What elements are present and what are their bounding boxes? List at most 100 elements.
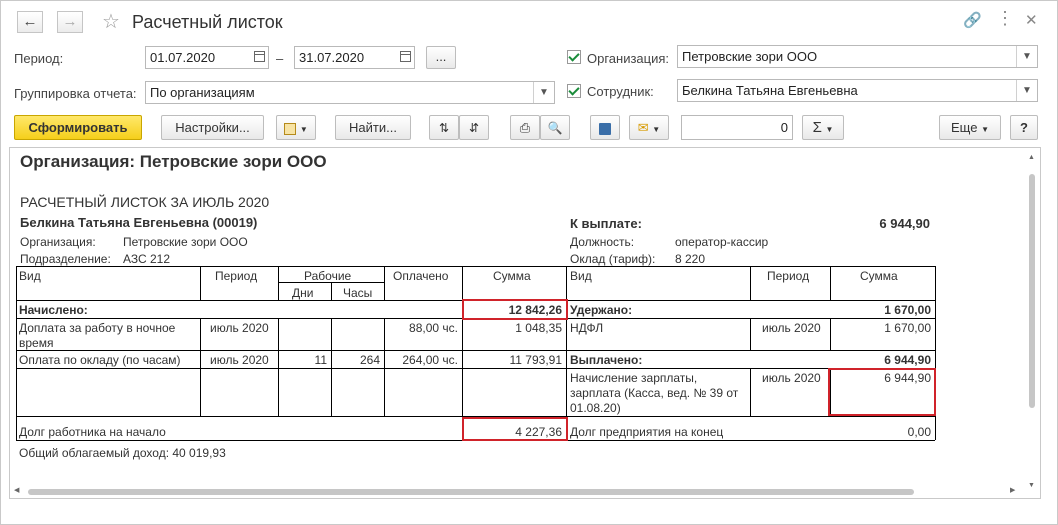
period-to-value: 31.07.2020 <box>299 50 365 65</box>
chevron-down-icon: ▼ <box>981 125 989 134</box>
col-header-period: Период <box>215 269 258 283</box>
sort-ascending-button[interactable]: ⇅ <box>429 115 459 140</box>
highlight-accrued <box>462 299 568 320</box>
arrow-left-icon: ← <box>22 13 38 30</box>
forward-button[interactable]: → <box>57 11 83 33</box>
scroll-left-icon[interactable]: ◀ <box>14 486 19 494</box>
pay-label: К выплате: <box>570 216 642 231</box>
row1-period: июль 2020 <box>210 321 269 335</box>
variants-button[interactable]: ▼ <box>276 115 316 140</box>
chevron-down-icon[interactable]: ▼ <box>533 82 554 103</box>
sort-icon: ⇅ <box>438 121 450 135</box>
more-menu-icon[interactable]: ⋮ <box>996 8 1014 29</box>
link-icon[interactable]: 🔗 <box>963 11 982 29</box>
back-button[interactable]: ← <box>17 11 43 33</box>
period-to-field[interactable]: 31.07.2020 <box>294 46 415 69</box>
row2-paid: 264,00 чс. <box>402 353 458 367</box>
chevron-down-icon[interactable]: ▼ <box>1016 80 1037 101</box>
more-button-label: Еще <box>951 120 978 135</box>
settings-button[interactable]: Настройки... <box>161 115 264 140</box>
highlight-debt-start <box>462 417 568 441</box>
org-label: Организация: <box>587 51 670 66</box>
org-field-value: Петровские зори ООО <box>123 235 248 249</box>
row3-right-period: июль 2020 <box>762 371 821 385</box>
chevron-down-icon: ▼ <box>299 125 308 134</box>
grouping-select[interactable]: По организациям ▼ <box>145 81 555 104</box>
print-preview-icon: 🔍 <box>547 121 563 135</box>
generate-button[interactable]: Сформировать <box>14 115 142 140</box>
paid-out-label: Выплачено: <box>570 353 643 367</box>
window-title: Расчетный листок <box>132 12 283 32</box>
scroll-up-icon[interactable]: ▲ <box>1028 154 1035 161</box>
org-value: Петровские зори ООО <box>682 49 818 64</box>
period-label: Период: <box>14 51 64 66</box>
col-header-vid: Вид <box>19 269 41 283</box>
sort-descending-button[interactable]: ⇵ <box>459 115 489 140</box>
col-header-paid: Оплачено <box>393 269 449 283</box>
print-button[interactable]: ⎙ <box>510 115 540 140</box>
row2-period: июль 2020 <box>210 353 269 367</box>
withheld-label: Удержано: <box>570 303 633 317</box>
debt-end-label: Долг предприятия на конец <box>570 425 724 439</box>
row1-right-sum: 1 670,00 <box>884 321 931 335</box>
paid-out-total: 6 944,90 <box>884 353 931 367</box>
period-from-value: 01.07.2020 <box>150 50 216 65</box>
favorite-star-icon[interactable]: ☆ <box>102 9 120 34</box>
row3-right-vid: Начисление зарплаты, зарплата (Касса, ве… <box>570 371 739 415</box>
row2-hours: 264 <box>359 353 380 367</box>
floppy-disk-icon <box>599 122 611 135</box>
org-checkbox[interactable] <box>567 50 581 64</box>
grouping-value: По организациям <box>150 85 255 100</box>
sum-button[interactable]: Σ ▼ <box>802 115 844 140</box>
horizontal-scrollbar[interactable]: ◀ ▶ <box>10 486 1024 498</box>
horizontal-scroll-thumb[interactable] <box>28 489 914 495</box>
salary-value: 8 220 <box>675 252 706 266</box>
period-from-field[interactable]: 01.07.2020 <box>145 46 269 69</box>
row1-vid: Доплата за работу в ночное время <box>19 321 176 350</box>
total-income: Общий облагаемый доход: 40 019,93 <box>19 446 226 460</box>
help-button[interactable]: ? <box>1010 115 1038 140</box>
row1-right-period: июль 2020 <box>762 321 821 335</box>
vertical-scroll-thumb[interactable] <box>1029 174 1035 408</box>
debt-start-label: Долг работника на начало <box>19 425 166 439</box>
position-value: оператор-кассир <box>675 235 769 249</box>
find-button[interactable]: Найти... <box>335 115 411 140</box>
calendar-icon[interactable] <box>254 51 265 62</box>
period-select-button[interactable]: ... <box>426 46 456 69</box>
employee-select[interactable]: Белкина Татьяна Евгеньевна ▼ <box>677 79 1038 102</box>
salary-label: Оклад (тариф): <box>570 252 656 266</box>
col-header-sum: Сумма <box>493 269 531 283</box>
number-field[interactable]: 0 <box>681 115 793 140</box>
vertical-scrollbar[interactable]: ▲ ▼ <box>1024 148 1040 498</box>
send-email-button[interactable]: ✉ ▼ <box>629 115 669 140</box>
pay-value: 6 944,90 <box>879 216 930 231</box>
report-area[interactable]: Организация: Петровские зори ООО РАСЧЕТН… <box>9 147 1041 499</box>
scroll-down-icon[interactable]: ▼ <box>1028 482 1035 489</box>
highlight-paid-out <box>828 368 936 416</box>
org-field-label: Организация: <box>20 235 96 249</box>
envelope-icon: ✉ <box>637 120 649 135</box>
org-select[interactable]: Петровские зори ООО ▼ <box>677 45 1038 68</box>
dept-value: АЗС 212 <box>123 252 171 266</box>
title-bar: ← → ☆ Расчетный листок 🔗 ⋮ ✕ <box>1 1 1057 43</box>
arrow-right-icon: → <box>62 13 78 30</box>
more-button[interactable]: Еще ▼ <box>939 115 1001 140</box>
report-window: ← → ☆ Расчетный листок 🔗 ⋮ ✕ Период: 01.… <box>0 0 1058 525</box>
col-header-vid-right: Вид <box>570 269 592 283</box>
employee-checkbox[interactable] <box>567 84 581 98</box>
row2-vid: Оплата по окладу (по часам) <box>19 353 181 367</box>
save-button[interactable] <box>590 115 620 140</box>
dept-label: Подразделение: <box>20 252 111 266</box>
row1-right-vid: НДФЛ <box>570 321 604 335</box>
col-header-working: Рабочие <box>304 269 352 283</box>
row2-days: 11 <box>314 353 327 367</box>
report-title: РАСЧЕТНЫЙ ЛИСТОК ЗА ИЮЛЬ 2020 <box>20 194 270 210</box>
close-icon[interactable]: ✕ <box>1025 11 1038 29</box>
preview-button[interactable]: 🔍 <box>540 115 570 140</box>
chevron-down-icon[interactable]: ▼ <box>1016 46 1037 67</box>
col-header-sum-right: Сумма <box>860 269 898 283</box>
chevron-down-icon: ▼ <box>825 125 834 134</box>
chevron-down-icon: ▼ <box>652 125 661 134</box>
scroll-right-icon[interactable]: ▶ <box>1010 486 1015 494</box>
calendar-icon[interactable] <box>400 51 411 62</box>
